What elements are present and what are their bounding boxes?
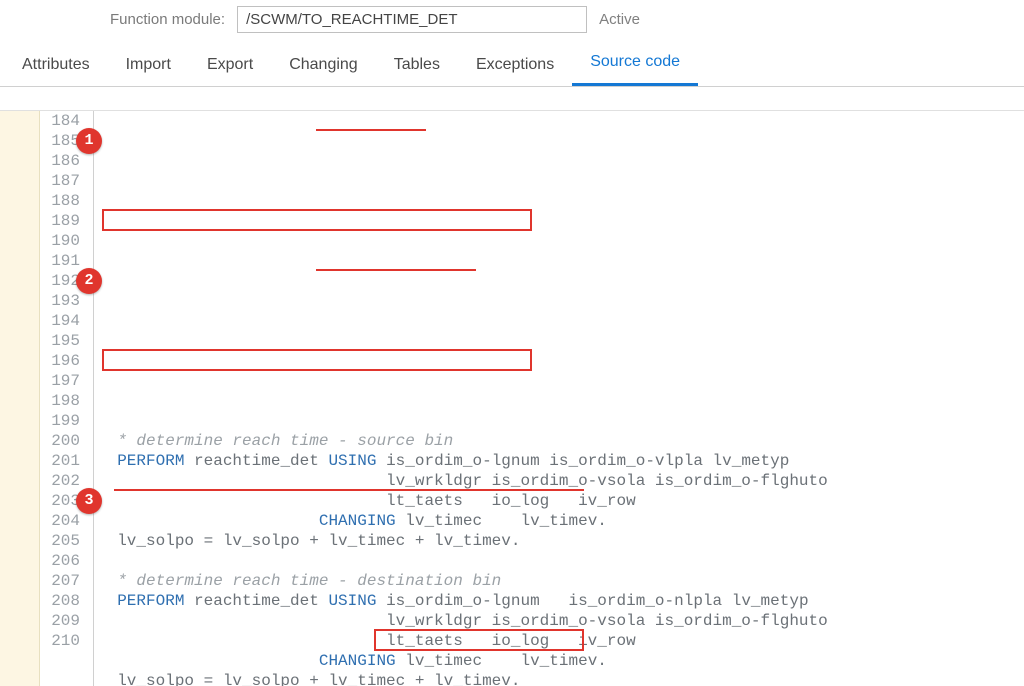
- code-line[interactable]: * determine reach time - destination bin: [98, 571, 1024, 591]
- tab-tables[interactable]: Tables: [376, 46, 458, 86]
- code-line[interactable]: CHANGING lv_timec lv_timev.: [98, 651, 1024, 671]
- code-line[interactable]: lt_taets io_log iv_row: [98, 491, 1024, 511]
- callout-1: 1: [76, 128, 102, 154]
- code-line[interactable]: lv_solpo = lv_solpo + lv_timec + lv_time…: [98, 531, 1024, 551]
- code-line[interactable]: lv_wrkldgr is_ordim_o-vsola is_ordim_o-f…: [98, 611, 1024, 631]
- code-line[interactable]: lv_wrkldgr is_ordim_o-vsola is_ordim_o-f…: [98, 471, 1024, 491]
- breakpoint-gutter[interactable]: [0, 111, 40, 686]
- box-changing: [374, 629, 584, 651]
- tab-bar: Attributes Import Export Changing Tables…: [0, 43, 1024, 87]
- status-text: Active: [599, 11, 640, 28]
- function-module-header: Function module: Active: [0, 0, 1024, 43]
- function-module-label: Function module:: [110, 11, 225, 28]
- code-line[interactable]: PERFORM reachtime_det USING is_ordim_o-l…: [98, 451, 1024, 471]
- callout-3: 3: [76, 488, 102, 514]
- callout-2: 2: [76, 268, 102, 294]
- line-number-column: 1841851861871881891901911921931941951961…: [40, 111, 86, 686]
- code-line[interactable]: [98, 551, 1024, 571]
- code-line[interactable]: PERFORM reachtime_det USING is_ordim_o-l…: [98, 591, 1024, 611]
- box-solpo-2: [102, 349, 532, 371]
- function-module-input[interactable]: [237, 6, 587, 33]
- tab-source-code[interactable]: Source code: [572, 43, 698, 86]
- code-line[interactable]: CHANGING lv_timec lv_timev.: [98, 511, 1024, 531]
- underline-badi-call: [114, 489, 584, 491]
- underline-source-bin: [316, 129, 426, 131]
- tab-export[interactable]: Export: [189, 46, 271, 86]
- marker-gutter: [86, 111, 94, 686]
- box-solpo-1: [102, 209, 532, 231]
- underline-destination-bin: [316, 269, 476, 271]
- code-editor[interactable]: 1841851861871881891901911921931941951961…: [0, 111, 1024, 686]
- code-line[interactable]: * determine reach time - source bin: [98, 431, 1024, 451]
- code-line[interactable]: lv_solpo = lv_solpo + lv_timec + lv_time…: [98, 671, 1024, 686]
- tab-attributes[interactable]: Attributes: [4, 46, 108, 86]
- tab-import[interactable]: Import: [108, 46, 189, 86]
- tab-exceptions[interactable]: Exceptions: [458, 46, 572, 86]
- tab-changing[interactable]: Changing: [271, 46, 376, 86]
- tab-content-spacer: [0, 87, 1024, 111]
- code-content[interactable]: 1 2 3 * determine reach time - source bi…: [94, 111, 1024, 686]
